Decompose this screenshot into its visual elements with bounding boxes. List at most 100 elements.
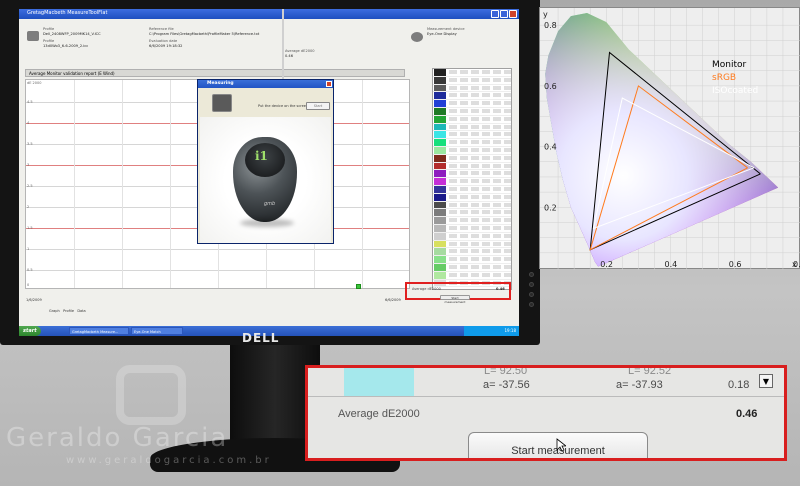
patch-values bbox=[449, 70, 511, 74]
legend-srgb: sRGB bbox=[712, 73, 737, 83]
monitor-button[interactable] bbox=[529, 292, 534, 297]
maximize-button[interactable] bbox=[500, 10, 508, 18]
minimize-button[interactable] bbox=[491, 10, 499, 18]
monitor-button[interactable] bbox=[529, 282, 534, 287]
patch-row[interactable] bbox=[433, 123, 511, 132]
system-tray: 19:18 bbox=[464, 326, 519, 336]
radio-data[interactable]: Data bbox=[77, 309, 85, 313]
radio-graph[interactable]: Graph bbox=[49, 309, 60, 313]
photo-root: GretagMacbeth MeasureToolFlat Profile De… bbox=[0, 0, 800, 486]
close-button[interactable] bbox=[509, 10, 517, 18]
patch-row[interactable] bbox=[433, 84, 511, 93]
inset-l-left: L= 92.50 bbox=[484, 365, 528, 377]
patch-row[interactable] bbox=[433, 178, 511, 186]
mouse-cursor-icon bbox=[556, 438, 566, 452]
patch-row[interactable] bbox=[433, 217, 511, 225]
grid-line bbox=[122, 80, 123, 288]
monitor-button[interactable] bbox=[529, 272, 534, 277]
dialog-title: Measuring bbox=[198, 80, 333, 88]
patch-row[interactable] bbox=[433, 248, 511, 257]
legend-isocoated: ISOcoated bbox=[712, 86, 759, 96]
patch-row[interactable] bbox=[433, 256, 511, 264]
patch-values bbox=[449, 101, 511, 106]
device-image: i1 gmb bbox=[200, 117, 331, 243]
start-measurement-button[interactable]: Start measurement bbox=[440, 295, 470, 304]
inset-divider bbox=[308, 396, 784, 397]
patch-values bbox=[449, 109, 511, 113]
x-tick-label: 0.2 bbox=[600, 260, 613, 269]
y-tick: 2 bbox=[27, 205, 30, 209]
inset-average-label: Average dE2000 bbox=[338, 408, 420, 420]
x-axis-label: x bbox=[792, 260, 797, 269]
patch-row[interactable] bbox=[433, 240, 511, 249]
patch-swatch bbox=[434, 147, 446, 154]
patch-swatch bbox=[434, 139, 446, 146]
scroll-down-icon[interactable]: ▼ bbox=[759, 374, 773, 388]
patch-swatch bbox=[344, 368, 414, 396]
patch-values bbox=[449, 249, 511, 254]
patch-row[interactable] bbox=[433, 264, 511, 272]
evaluation-date-label: Evaluation date bbox=[149, 39, 178, 43]
monitor-button[interactable] bbox=[529, 302, 534, 307]
patch-row[interactable] bbox=[433, 209, 511, 218]
spectral-locus-fill bbox=[545, 13, 779, 267]
inset-l-right: L= 92.52 bbox=[628, 365, 672, 377]
patch-values bbox=[449, 171, 511, 176]
patch-row[interactable] bbox=[433, 201, 511, 210]
start-button[interactable]: start bbox=[19, 326, 41, 336]
reference-value: C:\Program Files\GretagMacbeth\ProfileMa… bbox=[149, 32, 260, 36]
chart-svg: 0.20.40.60.80.20.40.60.8xy bbox=[540, 8, 800, 270]
patch-row[interactable] bbox=[433, 154, 511, 163]
y-tick: 4.5 bbox=[27, 100, 33, 104]
patch-swatch bbox=[434, 170, 446, 178]
patch-row[interactable] bbox=[433, 100, 511, 108]
patch-row[interactable] bbox=[433, 225, 511, 233]
patch-swatch bbox=[434, 69, 446, 76]
legend-monitor: Monitor bbox=[712, 60, 747, 70]
patch-row[interactable] bbox=[433, 162, 511, 171]
patch-row[interactable] bbox=[433, 170, 511, 179]
patch-values bbox=[449, 155, 511, 160]
patch-values bbox=[449, 179, 511, 184]
y-tick-label: 0.6 bbox=[544, 82, 557, 91]
chromaticity-chart: 0.20.40.60.80.20.40.60.8xy Monitor sRGB … bbox=[539, 7, 800, 270]
patch-values bbox=[449, 265, 511, 269]
patch-swatch bbox=[434, 108, 446, 115]
data-point bbox=[356, 284, 361, 289]
patch-row[interactable] bbox=[433, 193, 511, 202]
patch-row[interactable] bbox=[433, 139, 511, 147]
x-tick-label: 0.4 bbox=[665, 260, 678, 269]
taskbar-item[interactable]: Eye-One Match bbox=[131, 327, 183, 335]
patch-values bbox=[449, 116, 511, 121]
patch-values bbox=[449, 218, 511, 223]
patch-swatch bbox=[434, 209, 446, 217]
patch-row[interactable] bbox=[433, 115, 511, 124]
patch-row[interactable] bbox=[433, 232, 511, 241]
monitor-icon bbox=[212, 94, 232, 112]
patch-row[interactable] bbox=[433, 147, 511, 155]
dialog-start-button[interactable]: Start bbox=[306, 102, 330, 110]
y-tick: 0.5 bbox=[27, 268, 33, 272]
taskbar-item[interactable]: GretagMacbeth Measure... bbox=[69, 327, 129, 335]
radio-profile[interactable]: Profile bbox=[63, 309, 74, 313]
patch-row[interactable] bbox=[433, 108, 511, 116]
y-tick-label: 0.4 bbox=[544, 143, 557, 152]
x-tick-label: 0.6 bbox=[729, 260, 742, 269]
patch-row[interactable] bbox=[433, 76, 511, 85]
grid-line bbox=[170, 80, 171, 288]
y-axis-label: y bbox=[543, 10, 548, 19]
patch-values bbox=[449, 202, 511, 207]
patch-row[interactable] bbox=[433, 186, 511, 194]
watermark-name: Geraldo Garcia bbox=[6, 423, 229, 453]
profile-value: Dell_2408WFP_2009MK14_V.ICC bbox=[43, 32, 101, 36]
patch-swatch bbox=[434, 178, 446, 185]
patch-row[interactable] bbox=[433, 92, 511, 101]
patch-row[interactable] bbox=[433, 69, 511, 77]
view-radio-group: Graph Profile Data bbox=[49, 309, 86, 313]
patch-list[interactable] bbox=[432, 68, 512, 290]
patch-row[interactable] bbox=[433, 131, 511, 140]
dialog-close-button[interactable] bbox=[326, 81, 332, 87]
patch-values bbox=[449, 132, 511, 137]
grid-line bbox=[74, 80, 75, 288]
patch-row[interactable] bbox=[433, 271, 511, 280]
